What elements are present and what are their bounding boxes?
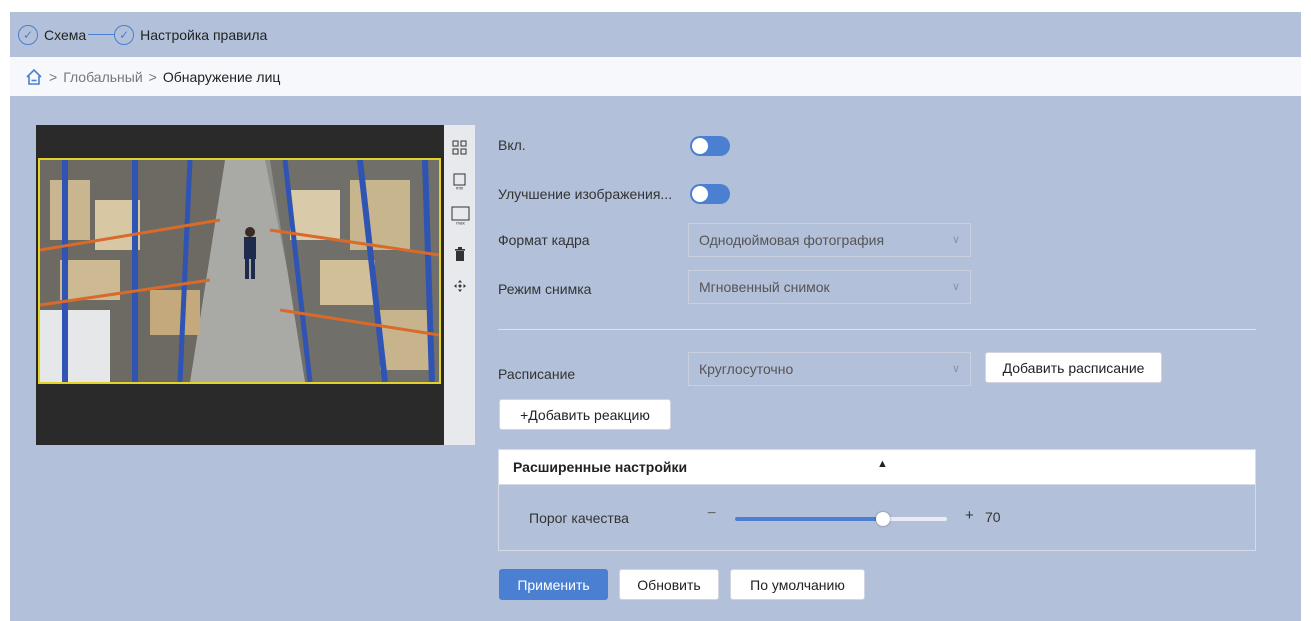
schedule-label: Расписание (498, 366, 576, 382)
toggle-knob (692, 138, 708, 154)
quality-slider-track[interactable] (735, 512, 947, 526)
max-label: max (456, 221, 465, 226)
default-button[interactable]: По умолчанию (730, 569, 865, 600)
chevron-down-icon: ∨ (951, 281, 960, 293)
step-rule-config[interactable]: Настройка правила (140, 27, 267, 43)
schedule-value: Круглосуточно (699, 361, 794, 377)
capture-mode-label: Режим снимка (498, 281, 592, 297)
warehouse-scene (40, 160, 439, 382)
step-schema[interactable]: Схема (44, 27, 86, 43)
add-reaction-button[interactable]: +Добавить реакцию (499, 399, 671, 430)
section-divider (498, 329, 1256, 330)
step-bar: ✓ Схема ✓ Настройка правила (10, 12, 1301, 57)
enhance-label: Улучшение изображения... (498, 186, 673, 202)
enhance-toggle[interactable] (690, 184, 730, 204)
breadcrumb-separator: > (148, 68, 157, 85)
advanced-settings-title: Расширенные настройки (513, 459, 688, 475)
capture-mode-value: Мгновенный снимок (699, 279, 830, 295)
advanced-settings-header[interactable]: Расширенные настройки ▲ (499, 450, 1255, 485)
step-connector (88, 34, 115, 35)
home-icon[interactable] (25, 68, 43, 86)
frame-format-value: Однодюймовая фотография (699, 232, 885, 248)
advanced-settings-panel: Расширенные настройки ▲ Порог качества −… (498, 449, 1256, 551)
frame-format-label: Формат кадра (498, 232, 590, 248)
increase-button[interactable]: + (965, 507, 974, 524)
max-box-icon[interactable]: max (451, 206, 470, 226)
grid-icon[interactable] (451, 139, 468, 156)
toggle-knob (692, 186, 708, 202)
camera-image[interactable] (38, 158, 441, 384)
frame-format-select[interactable]: Однодюймовая фотография ∨ (688, 223, 971, 257)
quality-value: 70 (985, 509, 1001, 525)
min-label: min (456, 186, 464, 191)
refresh-button[interactable]: Обновить (619, 569, 719, 600)
video-preview[interactable] (36, 125, 444, 445)
enable-label: Вкл. (498, 137, 526, 153)
enable-toggle[interactable] (690, 136, 730, 156)
chevron-down-icon: ∨ (951, 363, 960, 375)
quality-slider-fill (735, 517, 884, 521)
quality-slider-thumb[interactable] (876, 512, 891, 526)
drawing-toolbar: min max (444, 125, 475, 445)
apply-button[interactable]: Применить (499, 569, 608, 600)
min-box-icon[interactable]: min (451, 173, 468, 190)
caret-up-icon[interactable]: ▲ (877, 458, 888, 470)
trash-icon[interactable] (451, 245, 468, 262)
chevron-down-icon: ∨ (951, 234, 960, 246)
decrease-button[interactable]: − (707, 505, 716, 523)
breadcrumb-global[interactable]: Глобальный (63, 69, 142, 85)
schedule-select[interactable]: Круглосуточно ∨ (688, 352, 971, 386)
breadcrumb-current: Обнаружение лиц (162, 68, 281, 85)
capture-mode-select[interactable]: Мгновенный снимок ∨ (688, 270, 971, 304)
quality-threshold-label: Порог качества (529, 510, 629, 526)
check-circle-icon: ✓ (114, 24, 135, 45)
add-schedule-button[interactable]: Добавить расписание (985, 352, 1162, 383)
main-frame: ✓ Схема ✓ Настройка правила > Глобальный… (10, 12, 1301, 621)
move-icon[interactable] (451, 277, 468, 294)
breadcrumb-separator: > (49, 68, 58, 85)
breadcrumb: > Глобальный > Обнаружение лиц (10, 57, 1301, 96)
check-circle-icon: ✓ (18, 24, 38, 45)
